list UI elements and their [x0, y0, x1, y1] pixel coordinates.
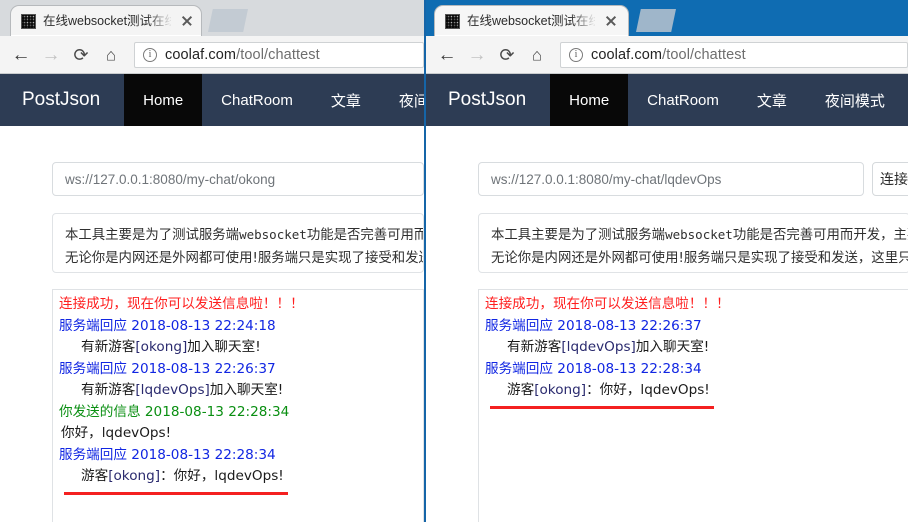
address-bar-left[interactable]: coolaf.com/tool/chattest: [134, 41, 424, 68]
site-navbar-left: PostJson Home ChatRoom 文章 夜间模式: [0, 74, 424, 126]
nav-item-chatroom[interactable]: ChatRoom: [202, 74, 312, 126]
close-tab-icon[interactable]: [179, 13, 195, 29]
favicon-icon: [445, 13, 460, 29]
highlight-underline: [490, 405, 714, 409]
forward-button[interactable]: →: [36, 40, 66, 70]
home-icon: ⌂: [105, 45, 117, 64]
log-label: 你发送的信息: [59, 403, 141, 420]
site-brand[interactable]: PostJson: [0, 74, 124, 126]
favicon-icon: [21, 13, 36, 29]
chat-log-left[interactable]: 连接成功，现在你可以发送信息啦！！！ 服务端回应 2018-08-13 22:2…: [52, 289, 424, 522]
description-line-2: 无论你是内网还是外网都可使用!服务端只是实现了接受和发送，这里只是: [491, 251, 908, 266]
page-content-right: ws://127.0.0.1:8080/my-chat/lqdevOps 连接 …: [426, 126, 908, 522]
log-line-server-header: 服务端回应 2018-08-13 22:26:37: [485, 316, 908, 338]
arrow-right-icon: →: [41, 44, 61, 65]
home-button[interactable]: ⌂: [96, 40, 126, 70]
address-bar-right[interactable]: coolaf.com/tool/chattest: [560, 41, 908, 68]
log-line-server-header: 服务端回应 2018-08-13 22:28:34: [59, 445, 423, 467]
address-bar-url: coolaf.com/tool/chattest: [591, 47, 746, 63]
tab-strip-right: 在线websocket测试在线: [426, 0, 908, 36]
back-button[interactable]: ←: [6, 40, 36, 70]
log-line-server-header: 服务端回应 2018-08-13 22:28:34: [485, 359, 908, 381]
log-line-body: 有新游客[lqdevOps]加入聊天室!: [81, 382, 284, 398]
nav-item-articles[interactable]: 文章: [738, 74, 806, 126]
browser-toolbar-left: ← → ⟳ ⌂ coolaf.com/tool/chattest: [0, 36, 424, 74]
nav-item-articles[interactable]: 文章: [312, 74, 380, 126]
log-line-body: 你好，lqdevOps!: [61, 425, 172, 441]
reload-button[interactable]: ⟳: [66, 40, 96, 70]
url-path: /tool/chattest: [236, 46, 320, 63]
browser-tab-right[interactable]: 在线websocket测试在线: [434, 5, 629, 36]
log-timestamp: 2018-08-13 22:28:34: [557, 360, 702, 377]
log-timestamp: 2018-08-13 22:28:34: [144, 403, 290, 420]
log-line-body-highlighted: 游客[okong]：你好，lqdevOps!: [507, 382, 710, 398]
description-box-left: 本工具主要是为了测试服务端websocket功能是否完善可用而开 无论你是内网还…: [52, 213, 424, 273]
log-label: 服务端回应: [59, 360, 127, 377]
log-timestamp: 2018-08-13 22:28:34: [131, 446, 276, 463]
reload-icon: ⟳: [499, 44, 515, 65]
tab-title: 在线websocket测试在线: [467, 13, 595, 28]
ws-url-input[interactable]: ws://127.0.0.1:8080/my-chat/okong: [52, 162, 424, 196]
log-label: 服务端回应: [485, 317, 553, 334]
tab-strip-left: 在线websocket测试在线: [0, 0, 424, 36]
arrow-right-icon: →: [467, 44, 487, 65]
reload-button[interactable]: ⟳: [492, 40, 522, 70]
url-path: /tool/chattest: [662, 46, 746, 63]
nav-item-chatroom[interactable]: ChatRoom: [628, 74, 738, 126]
log-line-system: 连接成功，现在你可以发送信息啦！！！: [485, 296, 730, 312]
new-tab-button[interactable]: [636, 9, 676, 32]
new-tab-button[interactable]: [208, 9, 248, 32]
highlight-underline: [64, 491, 288, 495]
site-brand[interactable]: PostJson: [426, 74, 550, 126]
browser-tab-left[interactable]: 在线websocket测试在线: [10, 5, 202, 36]
home-button[interactable]: ⌂: [522, 40, 552, 70]
log-line-server-header: 服务端回应 2018-08-13 22:26:37: [59, 359, 423, 381]
back-button[interactable]: ←: [432, 40, 462, 70]
forward-button[interactable]: →: [462, 40, 492, 70]
browser-window-left: 在线websocket测试在线 ← → ⟳ ⌂ coolaf.com/tool/…: [0, 0, 424, 522]
log-line-body-highlighted: 游客[okong]：你好，lqdevOps!: [81, 468, 284, 484]
log-line-server-header: 服务端回应 2018-08-13 22:24:18: [59, 316, 423, 338]
log-label: 服务端回应: [59, 446, 127, 463]
nav-item-nightmode[interactable]: 夜间模式: [380, 74, 424, 126]
log-line-body: 有新游客[okong]加入聊天室!: [81, 339, 261, 355]
address-bar-url: coolaf.com/tool/chattest: [165, 47, 320, 63]
close-tab-icon[interactable]: [603, 13, 619, 29]
arrow-left-icon: ←: [11, 44, 31, 65]
reload-icon: ⟳: [73, 44, 89, 65]
log-line-body: 有新游客[lqdevOps]加入聊天室!: [507, 339, 710, 355]
log-label: 服务端回应: [59, 317, 127, 334]
ws-url-row-left: ws://127.0.0.1:8080/my-chat/okong: [52, 162, 424, 196]
nav-item-nightmode[interactable]: 夜间模式: [806, 74, 904, 126]
ws-url-row-right: ws://127.0.0.1:8080/my-chat/lqdevOps 连接: [478, 162, 908, 196]
nav-item-testtools[interactable]: 测试工具: [904, 74, 908, 126]
connect-button[interactable]: 连接: [872, 162, 908, 196]
log-timestamp: 2018-08-13 22:26:37: [131, 360, 276, 377]
log-label: 服务端回应: [485, 360, 553, 377]
site-navbar-right: PostJson Home ChatRoom 文章 夜间模式 测试工具: [426, 74, 908, 126]
browser-toolbar-right: ← → ⟳ ⌂ coolaf.com/tool/chattest: [426, 36, 908, 74]
tab-title: 在线websocket测试在线: [43, 13, 171, 28]
info-circle-icon[interactable]: [569, 47, 583, 62]
url-host: coolaf.com: [165, 46, 237, 63]
screenshot-stage: 在线websocket测试在线 ← → ⟳ ⌂ coolaf.com/tool/…: [0, 0, 908, 522]
info-circle-icon[interactable]: [143, 47, 157, 62]
browser-window-right: 在线websocket测试在线 ← → ⟳ ⌂ coolaf.com/tool/…: [424, 0, 908, 522]
log-timestamp: 2018-08-13 22:24:18: [131, 317, 276, 334]
description-box-right: 本工具主要是为了测试服务端websocket功能是否完善可用而开发，主要是 无论…: [478, 213, 908, 273]
url-host: coolaf.com: [591, 46, 663, 63]
nav-item-home[interactable]: Home: [550, 74, 629, 126]
description-line-2: 无论你是内网还是外网都可使用!服务端只是实现了接受和发送: [65, 251, 424, 266]
log-line-self-header: 你发送的信息 2018-08-13 22:28:34: [59, 402, 423, 424]
nav-item-home[interactable]: Home: [124, 74, 203, 126]
description-line-1: 本工具主要是为了测试服务端websocket功能是否完善可用而开发，主要是: [491, 227, 908, 243]
chat-log-right[interactable]: 连接成功，现在你可以发送信息啦！！！ 服务端回应 2018-08-13 22:2…: [478, 289, 908, 522]
ws-url-input[interactable]: ws://127.0.0.1:8080/my-chat/lqdevOps: [478, 162, 864, 196]
description-line-1: 本工具主要是为了测试服务端websocket功能是否完善可用而开: [65, 227, 423, 243]
arrow-left-icon: ←: [437, 44, 457, 65]
log-timestamp: 2018-08-13 22:26:37: [557, 317, 702, 334]
log-line-system: 连接成功，现在你可以发送信息啦！！！: [59, 296, 304, 312]
home-icon: ⌂: [531, 45, 543, 64]
page-content-left: ws://127.0.0.1:8080/my-chat/okong 本工具主要是…: [0, 126, 424, 522]
